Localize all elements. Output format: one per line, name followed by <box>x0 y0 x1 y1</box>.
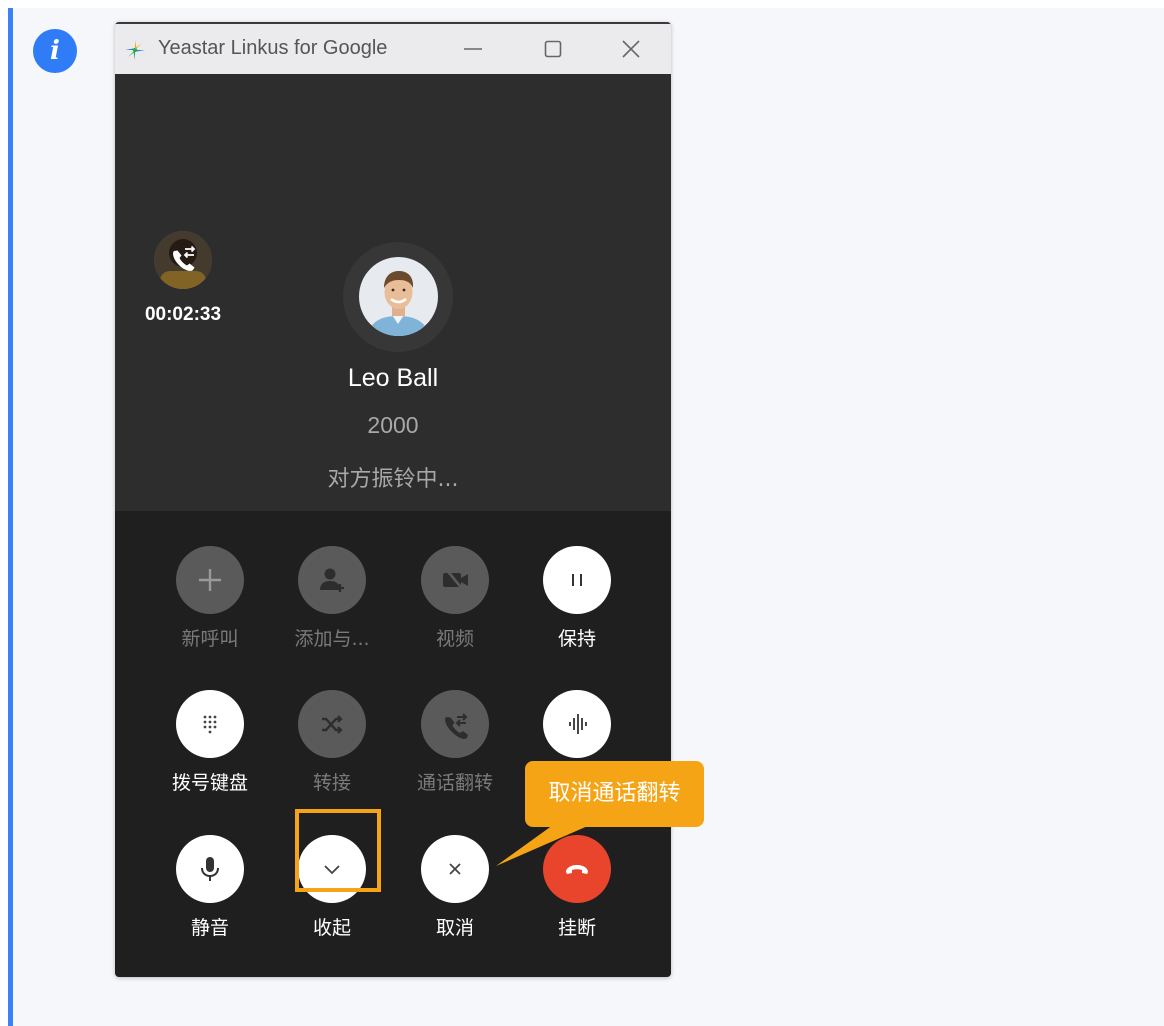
new-call-button[interactable]: 新呼叫 <box>155 546 265 656</box>
contact-name: Leo Ball <box>347 364 439 392</box>
cancel-highlight-box <box>295 809 381 892</box>
add-participant-label: 添加与... <box>294 628 370 650</box>
call-info-panel: 00:02:33 Leo Ball 2000 对方振铃中... <box>115 74 671 511</box>
video-label: 视频 <box>435 628 474 650</box>
mute-label: 静音 <box>190 917 229 939</box>
dialpad-button[interactable]: 拨号键盘 <box>155 690 265 800</box>
maximize-button[interactable] <box>538 34 568 64</box>
cancel-flip-label: 取消 <box>435 917 474 939</box>
contact-number: 2000 <box>367 412 419 438</box>
page: i Yeastar Linkus for Google 00:02:33 Leo… <box>0 0 1164 1026</box>
transfer-label: 转接 <box>312 772 351 794</box>
contact-photo <box>359 257 438 336</box>
voice-wave-icon <box>569 714 587 734</box>
add-person-icon <box>320 568 344 592</box>
plus-icon <box>199 569 221 591</box>
held-call-switch-icon <box>154 231 212 289</box>
close-icon <box>449 863 461 875</box>
call-flip-label: 通话翻转 <box>416 772 493 794</box>
window-title: Yeastar Linkus for Google <box>158 37 388 59</box>
held-call-avatar[interactable] <box>154 231 212 289</box>
hang-up-icon <box>566 865 588 874</box>
callout-tooltip: 取消通话翻转 <box>525 761 704 827</box>
dialpad-label: 拨号键盘 <box>171 772 248 794</box>
close-window-button[interactable] <box>616 34 646 64</box>
app-window: Yeastar Linkus for Google 00:02:33 Leo B… <box>115 22 671 977</box>
transfer-button[interactable]: 转接 <box>277 690 387 800</box>
new-call-label: 新呼叫 <box>181 628 239 650</box>
yeastar-logo-icon <box>125 40 145 60</box>
video-off-icon <box>443 568 468 592</box>
hang-up-label: 挂断 <box>557 917 596 939</box>
call-flip-button[interactable]: 通话翻转 <box>400 690 510 800</box>
hold-label: 保持 <box>557 628 596 650</box>
call-status: 对方振铃中... <box>327 467 459 492</box>
collapse-label: 收起 <box>312 917 351 939</box>
info-icon: i <box>33 29 77 73</box>
hang-up-button[interactable]: 挂断 <box>522 835 632 945</box>
shuffle-icon <box>322 715 343 734</box>
note-accent-bar <box>8 8 13 1026</box>
held-call-duration: 00:02:33 <box>144 304 222 325</box>
pause-icon <box>572 574 582 586</box>
call-flip-icon <box>445 713 468 739</box>
title-bar: Yeastar Linkus for Google <box>115 22 671 74</box>
dialpad-icon <box>203 715 217 734</box>
cancel-flip-button[interactable]: 取消 <box>400 835 510 945</box>
minimize-button[interactable] <box>458 34 488 64</box>
mute-button[interactable]: 静音 <box>155 835 265 945</box>
hold-button[interactable]: 保持 <box>522 546 632 656</box>
microphone-icon <box>201 857 219 881</box>
add-participant-button[interactable]: 添加与... <box>277 546 387 656</box>
video-button[interactable]: 视频 <box>400 546 510 656</box>
contact-avatar <box>359 257 438 336</box>
